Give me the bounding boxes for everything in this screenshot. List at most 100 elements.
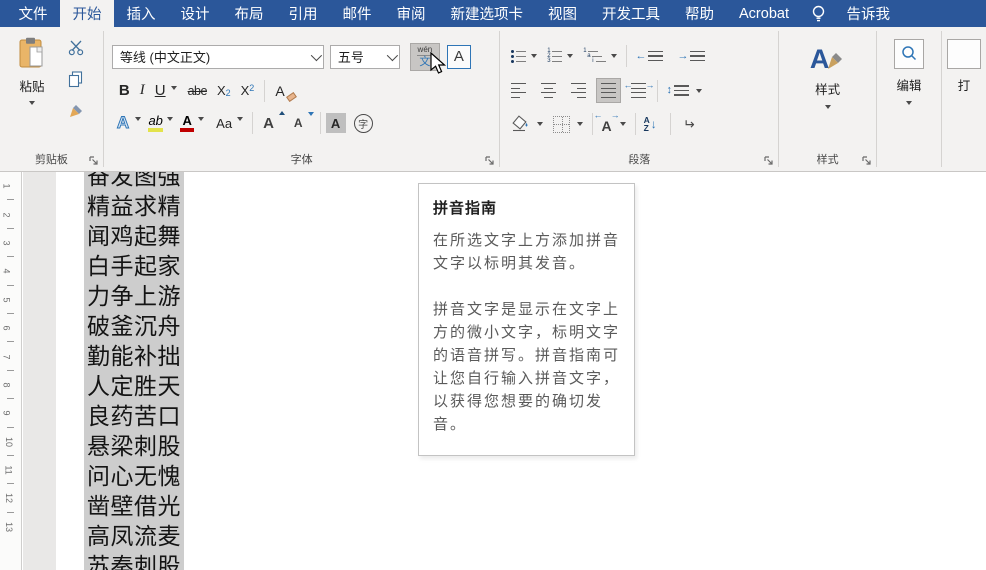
idiom-line[interactable]: 闻鸡起舞 bbox=[84, 222, 184, 252]
menu-tab[interactable]: 开始 bbox=[60, 0, 114, 27]
enclose-characters-button[interactable]: 字 bbox=[353, 113, 373, 133]
menu-tab[interactable]: 帮助 bbox=[673, 0, 727, 27]
idiom-line[interactable]: 苏秦刺股 bbox=[84, 552, 184, 570]
justify-button[interactable] bbox=[596, 78, 622, 103]
font-color-button[interactable]: A bbox=[180, 114, 195, 132]
highlight-color-button[interactable]: ab bbox=[148, 114, 164, 132]
menu-tab[interactable]: 审阅 bbox=[384, 0, 438, 27]
styles-dialog-launcher-icon[interactable] bbox=[861, 155, 873, 167]
vertical-ruler[interactable]: 1 2 3 4 5 6 7 8 9 10 11 12 13 bbox=[0, 172, 22, 570]
multilevel-caret[interactable] bbox=[611, 54, 618, 58]
menu-tab[interactable]: 设计 bbox=[168, 0, 222, 27]
bullets-button[interactable] bbox=[508, 47, 529, 66]
font-name-combo[interactable]: 等线 (中文正文) bbox=[111, 44, 324, 69]
paragraph-dialog-launcher-icon[interactable] bbox=[763, 155, 775, 167]
ruler-cell: 9 bbox=[0, 398, 21, 427]
change-case-caret[interactable] bbox=[237, 117, 244, 121]
menu-tab[interactable]: 新建选项卡 bbox=[438, 0, 536, 27]
editing-button[interactable]: 编辑 bbox=[877, 27, 941, 105]
text-effects-button[interactable]: A bbox=[112, 111, 134, 135]
idiom-line[interactable]: 力争上游 bbox=[84, 282, 184, 312]
idiom-line[interactable]: 人定胜天 bbox=[84, 372, 184, 402]
shrink-font-button[interactable]: A bbox=[289, 112, 314, 132]
idiom-line[interactable]: 悬梁刺股 bbox=[84, 432, 184, 462]
highlight-caret[interactable] bbox=[167, 117, 174, 121]
asian-layout-button[interactable]: ← → A bbox=[593, 110, 619, 136]
divider bbox=[626, 45, 628, 67]
grow-font-button[interactable]: A bbox=[258, 110, 285, 134]
ruler-tick bbox=[7, 511, 14, 513]
font-group-label: 字体 bbox=[290, 154, 313, 166]
underline-button[interactable]: U bbox=[150, 80, 171, 101]
multilevel-i: i bbox=[592, 57, 594, 64]
menu-tab[interactable]: 布局 bbox=[222, 0, 276, 27]
subscript-button[interactable]: X2 bbox=[212, 81, 236, 100]
line-spacing-caret[interactable] bbox=[695, 88, 702, 93]
increase-indent-button[interactable]: → bbox=[674, 47, 708, 65]
idiom-line[interactable]: 凿壁借光 bbox=[84, 492, 184, 522]
highlight-color-bar bbox=[148, 128, 164, 132]
idiom-line[interactable]: 奋发图强 bbox=[84, 172, 184, 192]
italic-button[interactable]: I bbox=[135, 80, 150, 101]
grow-font-glyph: A bbox=[263, 114, 274, 132]
sort-button[interactable]: AZ ↓ bbox=[641, 114, 660, 135]
idiom-line[interactable]: 破釜沉舟 bbox=[84, 312, 184, 342]
character-border-button[interactable]: A bbox=[446, 44, 471, 69]
borders-button[interactable] bbox=[550, 114, 573, 135]
idiom-line[interactable]: 问心无愧 bbox=[84, 462, 184, 492]
copy-button[interactable] bbox=[62, 65, 90, 93]
menu-tab[interactable]: Acrobat bbox=[727, 0, 802, 27]
partial-button[interactable]: 打 bbox=[942, 27, 986, 94]
ruler-cell: 5 bbox=[0, 284, 21, 314]
font-size-combo[interactable]: 五号 bbox=[329, 44, 400, 69]
idiom-line[interactable]: 勤能补拙 bbox=[84, 342, 184, 372]
align-left-button[interactable] bbox=[508, 79, 529, 101]
borders-caret[interactable] bbox=[577, 122, 584, 126]
character-shading-button[interactable]: A bbox=[325, 113, 346, 133]
format-painter-button[interactable] bbox=[62, 97, 90, 125]
menu-tab[interactable]: 视图 bbox=[536, 0, 590, 27]
shading-button[interactable] bbox=[508, 113, 534, 135]
numbering-button[interactable]: 1 2 3 bbox=[543, 47, 565, 66]
decrease-indent-button[interactable]: ← bbox=[632, 47, 666, 65]
line-spacing-button[interactable]: ↕ bbox=[663, 82, 692, 100]
font-dialog-launcher-icon[interactable] bbox=[484, 155, 496, 167]
idiom-line[interactable]: 良药苦口 bbox=[84, 402, 184, 432]
align-center-button[interactable] bbox=[538, 79, 559, 101]
tell-me-label: 告诉我 bbox=[846, 7, 890, 23]
strikethrough-button[interactable]: abe bbox=[183, 82, 212, 100]
multilevel-list-button[interactable]: 1 a i bbox=[579, 47, 609, 66]
menu-tab[interactable]: 插入 bbox=[114, 0, 168, 27]
cut-button[interactable] bbox=[62, 33, 90, 61]
align-right-button[interactable] bbox=[568, 79, 589, 101]
styles-button[interactable]: A 样式 bbox=[779, 27, 876, 109]
bold-button[interactable]: B bbox=[114, 80, 135, 101]
idiom-line[interactable]: 白手起家 bbox=[84, 252, 184, 282]
underline-dropdown-caret[interactable] bbox=[170, 85, 177, 90]
menu-tab[interactable]: 引用 bbox=[276, 0, 330, 27]
distribute-button[interactable]: ← → bbox=[623, 79, 654, 101]
text-effects-caret[interactable] bbox=[135, 117, 142, 121]
shading-caret[interactable] bbox=[537, 122, 544, 126]
phonetic-guide-button[interactable]: wén 文 bbox=[409, 42, 440, 71]
numbering-icon: 1 2 3 bbox=[546, 48, 563, 64]
show-marks-button[interactable]: ↵ bbox=[680, 114, 698, 135]
numbering-caret[interactable] bbox=[567, 54, 574, 58]
idiom-line[interactable]: 精益求精 bbox=[84, 192, 184, 222]
bullets-caret[interactable] bbox=[531, 54, 538, 58]
menu-tab[interactable]: 开发工具 bbox=[590, 0, 673, 27]
superscript-button[interactable]: X2 bbox=[236, 81, 260, 100]
paste-button[interactable]: 粘贴 bbox=[6, 33, 58, 129]
font-color-caret[interactable] bbox=[198, 117, 205, 121]
asian-layout-caret[interactable] bbox=[619, 122, 626, 126]
tell-me-bulb[interactable] bbox=[801, 0, 836, 27]
menu-tab[interactable]: 邮件 bbox=[330, 0, 384, 27]
tab-tell-me[interactable]: 告诉我 bbox=[836, 0, 900, 27]
eraser-icon bbox=[285, 91, 297, 102]
change-case-button[interactable]: Aa bbox=[211, 114, 237, 133]
clipboard-dialog-launcher-icon[interactable] bbox=[88, 155, 100, 167]
idiom-text: 良药苦口 bbox=[84, 402, 184, 432]
idiom-line[interactable]: 高凤流麦 bbox=[84, 522, 184, 552]
menu-tab[interactable]: 文件 bbox=[6, 0, 60, 27]
clear-formatting-button[interactable]: A bbox=[270, 81, 297, 102]
